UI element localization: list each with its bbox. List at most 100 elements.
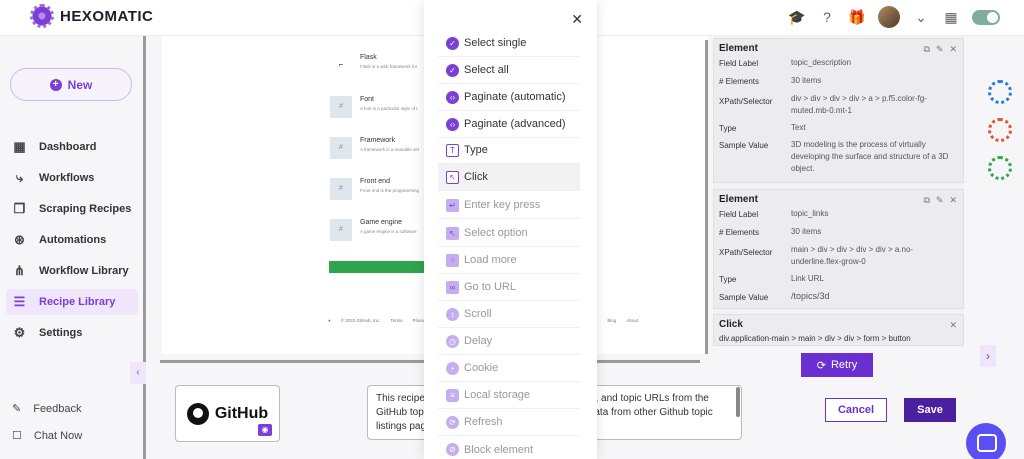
footer-link[interactable]: Terms bbox=[390, 318, 402, 323]
option-label: Cookie bbox=[464, 362, 499, 374]
logo[interactable]: HEXOMATIC bbox=[30, 4, 153, 28]
new-button[interactable]: + New bbox=[10, 68, 132, 101]
new-button-label: New bbox=[67, 77, 93, 92]
option-select-single[interactable]: ✓ Select single bbox=[438, 30, 580, 57]
feedback-link[interactable]: ✎ Feedback bbox=[12, 402, 82, 416]
option-cookie[interactable]: • Cookie bbox=[438, 355, 580, 382]
option-enter-key-press[interactable]: ↵ Enter key press bbox=[438, 192, 580, 219]
option-label: Paginate (advanced) bbox=[464, 118, 566, 130]
cookie-icon: • bbox=[446, 361, 459, 375]
automation-blue-icon[interactable] bbox=[988, 80, 1012, 104]
preview-item-desc: A font is a particular style of t bbox=[360, 106, 418, 111]
recipe-library-icon: ☰ bbox=[13, 294, 26, 309]
refresh-icon: ⟳ bbox=[446, 415, 459, 429]
preview-item: ⌐ Flask Flask is a web framework for bbox=[330, 54, 417, 76]
count-key: # Elements bbox=[719, 77, 760, 86]
preview-item: # Font A font is a particular style of t bbox=[330, 96, 418, 118]
preview-item-title: Game engine bbox=[360, 219, 403, 226]
help-icon[interactable]: ? bbox=[818, 8, 836, 26]
option-select-option[interactable]: ↖ Select option bbox=[438, 220, 580, 247]
close-icon[interactable]: ✕ bbox=[571, 11, 583, 28]
chat-now-label: Chat Now bbox=[33, 429, 83, 442]
desc-text: ns, and topic URLs from the bbox=[584, 393, 709, 404]
option-local-storage[interactable]: ≡ Local storage bbox=[438, 382, 580, 409]
spinner-icon: ⁘ bbox=[446, 253, 459, 267]
sidebar-item-recipe-library[interactable]: ☰ Recipe Library bbox=[6, 289, 138, 315]
preview-item: # Framework A framework is a reusable set bbox=[330, 137, 419, 159]
preview-item-title: Front end bbox=[360, 178, 390, 185]
option-select-all[interactable]: ✓ Select all bbox=[438, 57, 580, 84]
sidebar-item-workflows[interactable]: ⤷ Workflows bbox=[6, 165, 138, 191]
sidebar-item-settings[interactable]: ⚙ Settings bbox=[6, 320, 138, 346]
chat-now-link[interactable]: ☐ Chat Now bbox=[12, 429, 83, 443]
option-label: Block element bbox=[464, 443, 534, 456]
option-label: Load more bbox=[464, 254, 517, 266]
automation-green-icon[interactable] bbox=[988, 156, 1012, 180]
option-label: Type bbox=[464, 144, 488, 156]
avatar[interactable] bbox=[878, 6, 900, 28]
sidebar-item-label: Workflows bbox=[39, 172, 95, 184]
logo-text: GitHub bbox=[214, 404, 269, 422]
option-delay[interactable]: ◷ Delay bbox=[438, 328, 580, 355]
automation-orange-icon[interactable] bbox=[988, 118, 1012, 142]
element-card-title: Element bbox=[719, 43, 758, 54]
sidebar-item-dashboard[interactable]: ▦ Dashboard bbox=[6, 134, 138, 160]
library-icon: ⋔ bbox=[14, 263, 25, 278]
theme-toggle[interactable] bbox=[972, 9, 1000, 25]
feedback-icon: ✎ bbox=[12, 403, 22, 415]
edit-icon[interactable]: ✎ bbox=[936, 195, 944, 206]
pointer-icon: ↖ bbox=[446, 226, 459, 240]
element-card: Element ⧉ ✎ ✕ Field Label topic_links # El… bbox=[713, 189, 964, 309]
sidebar-item-label: Workflow Library bbox=[39, 265, 129, 277]
paginate-icon: ‹› bbox=[446, 90, 459, 104]
retry-button[interactable]: ⟳ Retry bbox=[801, 353, 873, 377]
sidebar-item-label: Recipe Library bbox=[39, 296, 116, 308]
load-more-button[interactable] bbox=[329, 261, 424, 273]
sidebar-item-label: Automations bbox=[39, 234, 107, 246]
cancel-button[interactable]: Cancel bbox=[825, 398, 887, 422]
expand-right-panel-button[interactable]: › bbox=[980, 345, 996, 367]
option-load-more[interactable]: ⁘ Load more bbox=[438, 247, 580, 274]
camera-icon[interactable]: ◉ bbox=[258, 424, 272, 436]
sidebar-item-scraping-recipes[interactable]: ❐ Scraping Recipes bbox=[6, 196, 138, 222]
description-scrollbar[interactable] bbox=[736, 387, 740, 417]
xpath-key: XPath/Selector bbox=[719, 248, 773, 257]
close-icon[interactable]: ✕ bbox=[949, 195, 957, 206]
footer-link[interactable]: Blog bbox=[607, 318, 616, 323]
footer-link[interactable]: About bbox=[626, 318, 638, 323]
field-label-key: Field Label bbox=[719, 210, 759, 219]
sidebar-item-workflow-library[interactable]: ⋔ Workflow Library bbox=[6, 258, 138, 284]
academy-icon[interactable]: 🎓 bbox=[788, 8, 806, 26]
option-paginate-advanced[interactable]: ‹› Paginate (advanced) bbox=[438, 111, 580, 138]
option-scroll[interactable]: ↕ Scroll bbox=[438, 301, 580, 328]
edit-icon[interactable]: ✎ bbox=[936, 44, 944, 55]
chat-launcher-button[interactable] bbox=[966, 423, 1006, 459]
option-go-to-url[interactable]: ∞ Go to URL bbox=[438, 274, 580, 301]
close-icon[interactable]: ✕ bbox=[949, 44, 957, 55]
option-block-element[interactable]: ⊘ Block element bbox=[438, 436, 580, 459]
sidebar-item-label: Scraping Recipes bbox=[39, 203, 132, 215]
click-action-card: Click ✕ div.application-main > main > di… bbox=[713, 314, 964, 346]
apps-grid-icon[interactable]: ▦ bbox=[942, 8, 960, 26]
card-actions: ✕ bbox=[949, 320, 957, 331]
app-name: HEXOMATIC bbox=[60, 7, 154, 25]
copy-icon[interactable]: ⧉ bbox=[923, 195, 929, 206]
topic-thumb-icon: # bbox=[330, 178, 352, 200]
preview-item-desc: A game engine is a software bbox=[360, 229, 417, 234]
gift-icon[interactable]: 🎁 bbox=[848, 8, 866, 26]
copy-icon[interactable]: ⧉ bbox=[923, 44, 929, 55]
save-button[interactable]: Save bbox=[904, 398, 956, 422]
option-type[interactable]: T Type bbox=[438, 137, 580, 164]
option-paginate-automatic[interactable]: ‹› Paginate (automatic) bbox=[438, 84, 580, 111]
retry-label: Retry bbox=[830, 359, 858, 371]
chevron-down-icon[interactable]: ⌄ bbox=[912, 8, 930, 26]
close-icon[interactable]: ✕ bbox=[949, 320, 957, 331]
footer-copyright: © 2022 GitHub, Inc. bbox=[340, 318, 381, 323]
link-icon: ∞ bbox=[446, 280, 459, 294]
collapse-sidebar-button[interactable]: ‹ bbox=[130, 362, 146, 384]
sidebar-item-automations[interactable]: ⊛ Automations bbox=[6, 227, 138, 253]
option-refresh[interactable]: ⟳ Refresh bbox=[438, 409, 580, 436]
preview-scrollbar-vertical[interactable] bbox=[705, 40, 708, 354]
element-card-title: Element bbox=[719, 194, 758, 205]
option-click[interactable]: ↖ Click bbox=[438, 164, 580, 191]
